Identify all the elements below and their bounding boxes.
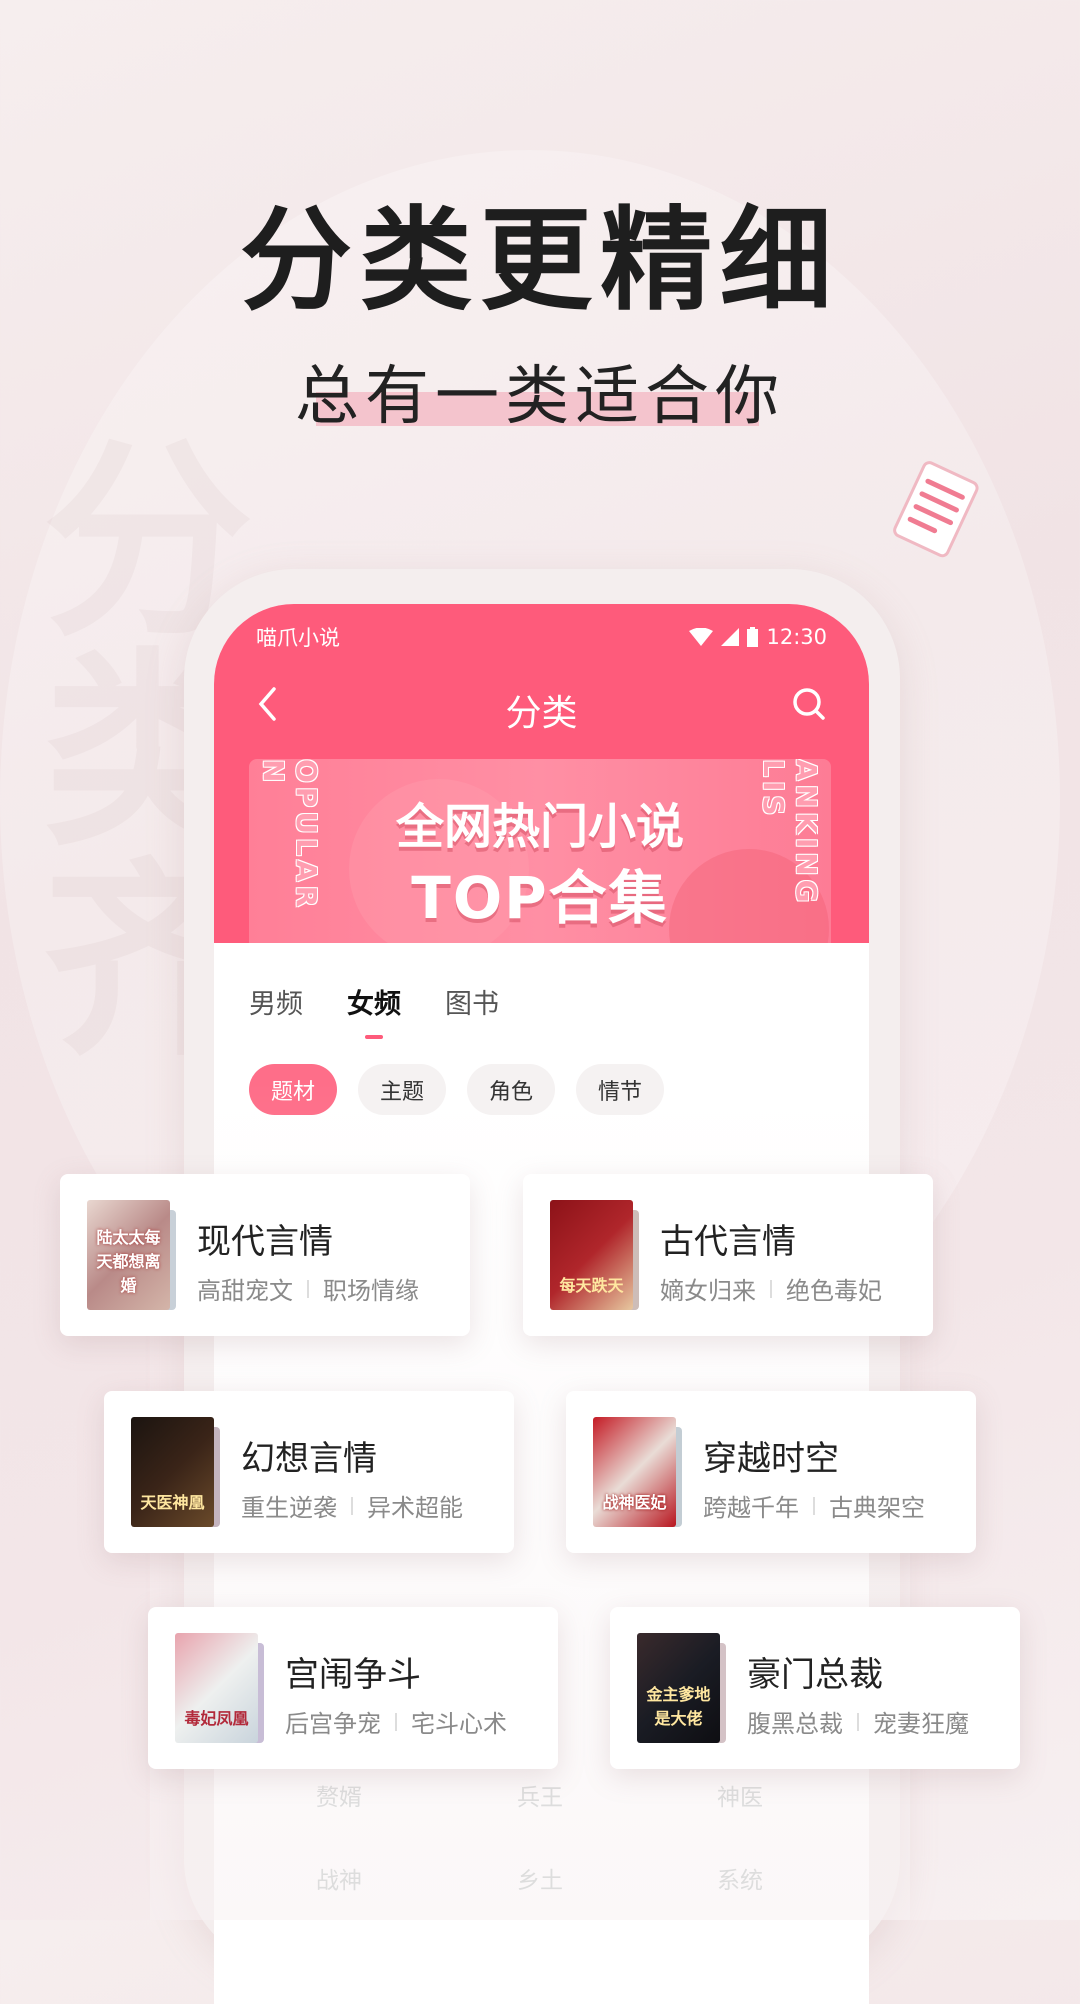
- grid-item[interactable]: 神医: [717, 1778, 763, 1812]
- subheadline: 总有一类适合你: [295, 360, 785, 434]
- promo-banner[interactable]: OPULAR N ANKING LIS 全网热门小说 TOP合集: [249, 759, 831, 943]
- book-cover: 战神医妃: [593, 1417, 676, 1527]
- card-tag: 异术超能: [367, 1494, 463, 1522]
- card-tag: 跨越千年: [703, 1494, 799, 1522]
- app-name: 喵爪小说: [256, 626, 340, 650]
- cover-title: 战神医妃: [602, 1493, 667, 1512]
- banner-subtitle: TOP合集: [411, 864, 669, 932]
- signal-icon: [721, 628, 740, 646]
- card-tag: 腹黑总裁: [747, 1710, 843, 1738]
- headline: 分类更精细: [240, 195, 840, 326]
- card-tag: 高甜宠文: [197, 1277, 293, 1305]
- book-page-icon: [893, 461, 979, 558]
- banner-title: 全网热门小说: [395, 799, 684, 855]
- page-title: 分类: [505, 693, 578, 734]
- book-cover: 每天跌天: [550, 1200, 633, 1310]
- card-tag: 后宫争宠: [285, 1710, 381, 1738]
- category-card-palace-intrigue[interactable]: 毒妃凤凰 宫闱争斗 后宫争宠 宅斗心术: [148, 1607, 558, 1769]
- cover-title: 毒妃凤凰: [184, 1709, 249, 1728]
- card-tag: 宅斗心术: [411, 1710, 507, 1738]
- tab-books[interactable]: 图书: [445, 982, 499, 1021]
- card-title: 幻想言情: [241, 1439, 377, 1479]
- card-tag: 嫡女归来: [660, 1277, 756, 1305]
- category-card-modern-romance[interactable]: 陆太太每天都想离婚 现代言情 高甜宠文 职场情缘: [60, 1174, 470, 1336]
- tab-female[interactable]: 女频: [347, 982, 401, 1039]
- grid-item[interactable]: 兵王: [517, 1778, 563, 1812]
- tab-male[interactable]: 男频: [249, 982, 303, 1021]
- book-cover: 毒妃凤凰: [175, 1633, 258, 1743]
- channel-tabs: 男频 女频 图书: [249, 982, 499, 1039]
- cover-title: 天医神凰: [140, 1493, 205, 1512]
- card-title: 现代言情: [197, 1222, 333, 1262]
- status-time: 12:30: [766, 625, 827, 649]
- category-card-fantasy-romance[interactable]: 天医神凰 幻想言情 重生逆袭 异术超能: [104, 1391, 514, 1553]
- wifi-icon: [689, 628, 714, 646]
- grid-item[interactable]: 系统: [717, 1861, 763, 1895]
- grid-item[interactable]: 赘婿: [316, 1778, 362, 1812]
- cover-title: 每天跌天: [559, 1276, 624, 1295]
- nav-bar: 分类: [214, 676, 869, 736]
- card-tag: 重生逆袭: [241, 1494, 337, 1522]
- card-tag: 宠妻狂魔: [873, 1710, 969, 1738]
- category-card-ancient-romance[interactable]: 每天跌天 古代言情 嫡女归来 绝色毒妃: [523, 1174, 933, 1336]
- book-cover: 陆太太每天都想离婚: [87, 1200, 170, 1310]
- card-title: 古代言情: [660, 1222, 796, 1262]
- grid-item[interactable]: 乡土: [517, 1861, 563, 1895]
- category-card-ceo-romance[interactable]: 金主爹地是大佬 豪门总裁 腹黑总裁 宠妻狂魔: [610, 1607, 1020, 1769]
- battery-icon: [747, 627, 759, 647]
- card-title: 宫闱争斗: [285, 1655, 421, 1695]
- card-title: 豪门总裁: [747, 1655, 883, 1695]
- book-cover: 天医神凰: [131, 1417, 214, 1527]
- card-title: 穿越时空: [703, 1439, 839, 1479]
- cover-title: 陆太太每天都想离婚: [96, 1228, 161, 1295]
- card-tag: 职场情缘: [323, 1277, 419, 1305]
- card-tag: 绝色毒妃: [786, 1277, 882, 1305]
- category-card-time-travel[interactable]: 战神医妃 穿越时空 跨越千年 古典架空: [566, 1391, 976, 1553]
- card-tag: 古典架空: [829, 1494, 925, 1522]
- grid-item[interactable]: 战神: [316, 1861, 362, 1895]
- status-bar: 喵爪小说 12:30: [256, 622, 827, 652]
- book-cover: 金主爹地是大佬: [637, 1633, 720, 1743]
- search-icon[interactable]: [791, 686, 827, 722]
- cover-title: 金主爹地是大佬: [646, 1685, 711, 1728]
- header-background: 喵爪小说 12:30 分类 OPULAR N ANKING LIS 全网热门小说…: [214, 604, 869, 943]
